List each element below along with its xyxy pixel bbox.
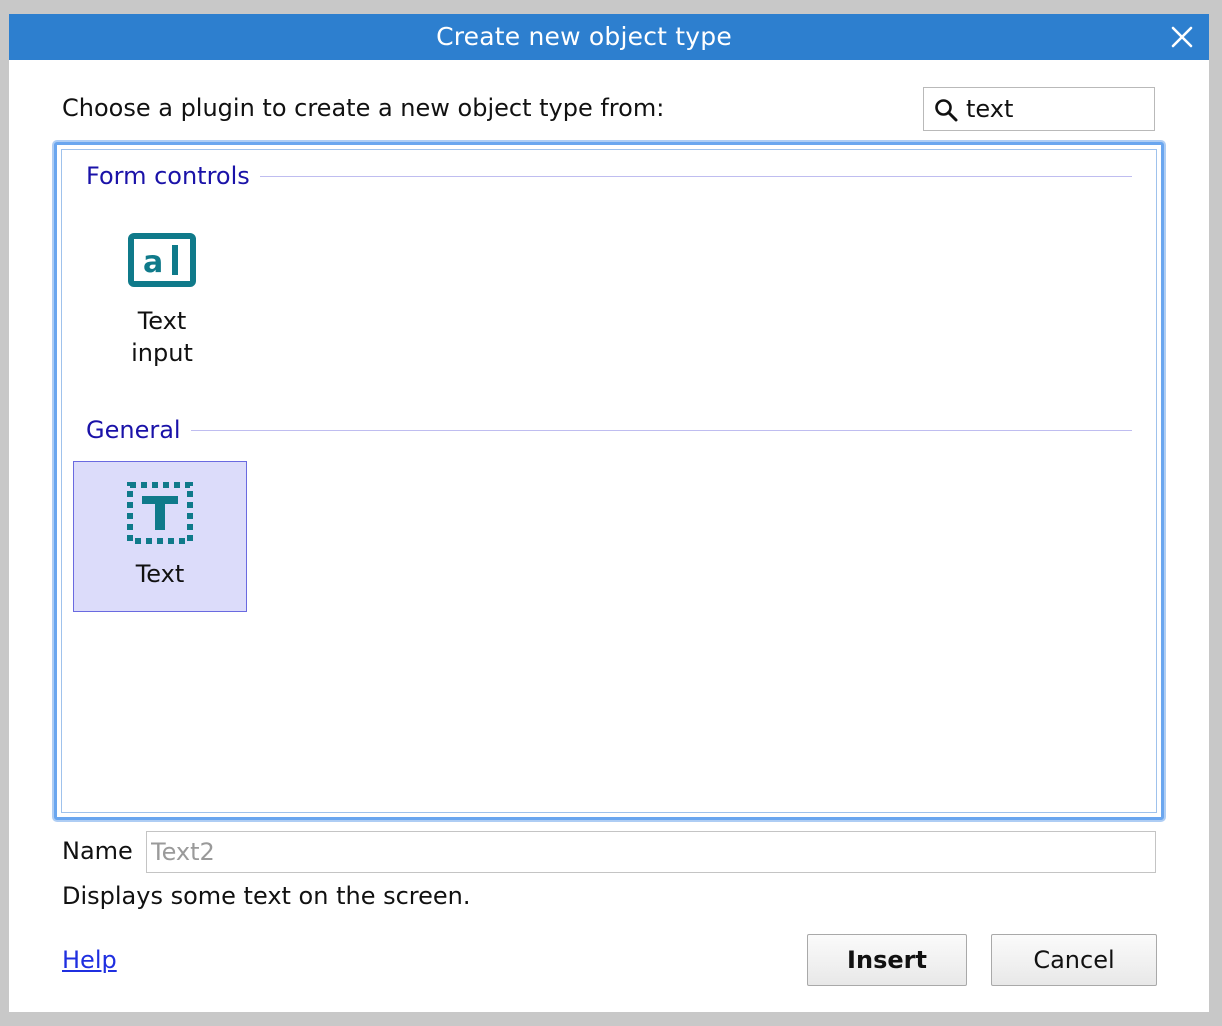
plugin-tile-text[interactable]: Text: [73, 461, 247, 612]
group-header-form-controls: Form controls: [86, 160, 1132, 192]
group-label: General: [86, 416, 181, 444]
instruction-text: Choose a plugin to create a new object t…: [62, 94, 665, 122]
svg-text:a: a: [143, 245, 163, 280]
search-icon: [935, 99, 958, 122]
title-bar[interactable]: Create new object type: [9, 14, 1209, 60]
close-button[interactable]: [1163, 18, 1201, 56]
search-box[interactable]: [923, 87, 1155, 131]
cancel-button[interactable]: Cancel: [991, 934, 1157, 986]
text-input-icon: a: [128, 233, 196, 287]
search-input[interactable]: [966, 92, 1146, 126]
close-icon: [1171, 26, 1193, 48]
group-header-general: General: [86, 414, 1132, 446]
plugin-list[interactable]: Form controls a Text input General Text: [54, 142, 1164, 820]
group-label: Form controls: [86, 162, 250, 190]
insert-button[interactable]: Insert: [807, 934, 967, 986]
name-label: Name: [62, 837, 133, 865]
text-object-icon: [127, 482, 193, 544]
plugin-tile-text-input[interactable]: a Text input: [75, 224, 249, 376]
plugin-list-content: Form controls a Text input General Text: [61, 149, 1157, 813]
plugin-tile-label: Text: [135, 560, 185, 588]
create-object-type-dialog: Create new object type Choose a plugin t…: [9, 14, 1209, 1012]
group-divider: [190, 429, 1132, 431]
dialog-title: Create new object type: [436, 22, 732, 51]
plugin-description: Displays some text on the screen.: [62, 882, 471, 910]
help-link[interactable]: Help: [62, 946, 117, 974]
plugin-tile-label: Text input: [131, 307, 193, 367]
group-divider: [259, 175, 1132, 177]
name-input[interactable]: [146, 831, 1156, 873]
